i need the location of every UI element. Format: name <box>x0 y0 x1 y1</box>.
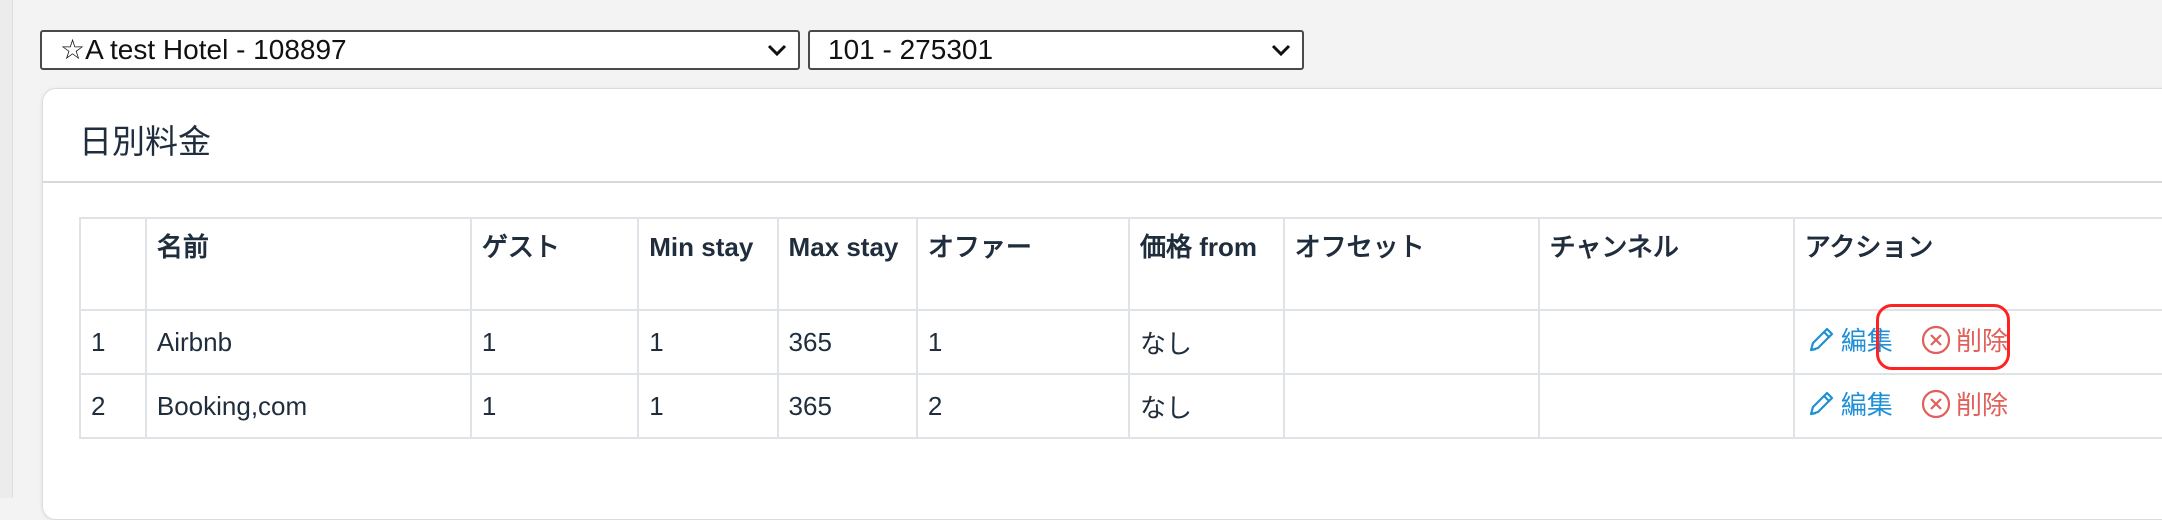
table-row: 2 Booking,com 1 1 365 2 なし 編集 削除 <box>79 373 2162 439</box>
table-header-row: 名前 ゲスト Min stay Max stay オファー 価格 from オフ… <box>79 217 2162 311</box>
edit-button[interactable]: 編集 <box>1805 385 1893 422</box>
row-offer: 1 <box>915 309 1130 375</box>
pencil-icon <box>1809 391 1833 415</box>
pencil-icon <box>1809 327 1833 351</box>
row-channel <box>1537 309 1795 375</box>
row-guests: 1 <box>469 373 640 439</box>
delete-button[interactable]: 削除 <box>1920 321 2008 358</box>
col-header-guests: ゲスト <box>469 217 640 311</box>
room-select-value: 101 - 275301 <box>828 34 994 65</box>
row-offset <box>1282 373 1540 439</box>
left-rail <box>0 0 13 498</box>
close-circle-icon <box>1921 389 1951 418</box>
col-header-max-stay: Max stay <box>776 217 918 311</box>
col-header-offer: オファー <box>915 217 1130 311</box>
hotel-select-value: ☆A test Hotel - 108897 <box>60 34 347 65</box>
close-circle-icon <box>1921 325 1951 354</box>
edit-label: 編集 <box>1840 390 1893 421</box>
delete-label: 削除 <box>1955 390 2008 421</box>
daily-rates-card: 日別料金 名前 ゲスト Min stay Max stay オファー 価格 fr… <box>42 88 2162 520</box>
row-number: 1 <box>79 309 147 375</box>
row-guests: 1 <box>469 309 640 375</box>
chevron-down-icon <box>767 44 787 57</box>
divider <box>43 181 2162 183</box>
table-row: 1 Airbnb 1 1 365 1 なし 編集 削除 <box>79 309 2162 375</box>
rates-table: 名前 ゲスト Min stay Max stay オファー 価格 from オフ… <box>79 217 2162 439</box>
row-price-from: なし <box>1127 373 1285 439</box>
row-offset <box>1282 309 1540 375</box>
row-name: Booking,com <box>144 373 472 439</box>
col-header-channel: チャンネル <box>1537 217 1795 311</box>
hotel-select[interactable]: ☆A test Hotel - 108897 <box>40 30 800 70</box>
delete-button[interactable]: 削除 <box>1920 385 2008 422</box>
col-header-num <box>79 217 147 311</box>
row-min-stay: 1 <box>637 309 779 375</box>
chevron-down-icon <box>1271 44 1291 57</box>
delete-label: 削除 <box>1955 326 2008 357</box>
row-actions: 編集 削除 <box>1792 373 2162 439</box>
row-actions: 編集 削除 <box>1792 309 2162 375</box>
edit-label: 編集 <box>1840 326 1893 357</box>
row-offer: 2 <box>915 373 1130 439</box>
edit-button[interactable]: 編集 <box>1805 321 1893 358</box>
col-header-offset: オフセット <box>1282 217 1540 311</box>
row-max-stay: 365 <box>776 373 918 439</box>
row-price-from: なし <box>1127 309 1285 375</box>
col-header-price-from: 価格 from <box>1127 217 1285 311</box>
row-number: 2 <box>79 373 147 439</box>
row-max-stay: 365 <box>776 309 918 375</box>
col-header-min-stay: Min stay <box>637 217 779 311</box>
row-channel <box>1537 373 1795 439</box>
row-min-stay: 1 <box>637 373 779 439</box>
row-name: Airbnb <box>144 309 472 375</box>
col-header-name: 名前 <box>144 217 472 311</box>
room-select[interactable]: 101 - 275301 <box>808 30 1304 70</box>
col-header-action: アクション <box>1792 217 2162 311</box>
card-title: 日別料金 <box>79 123 211 160</box>
